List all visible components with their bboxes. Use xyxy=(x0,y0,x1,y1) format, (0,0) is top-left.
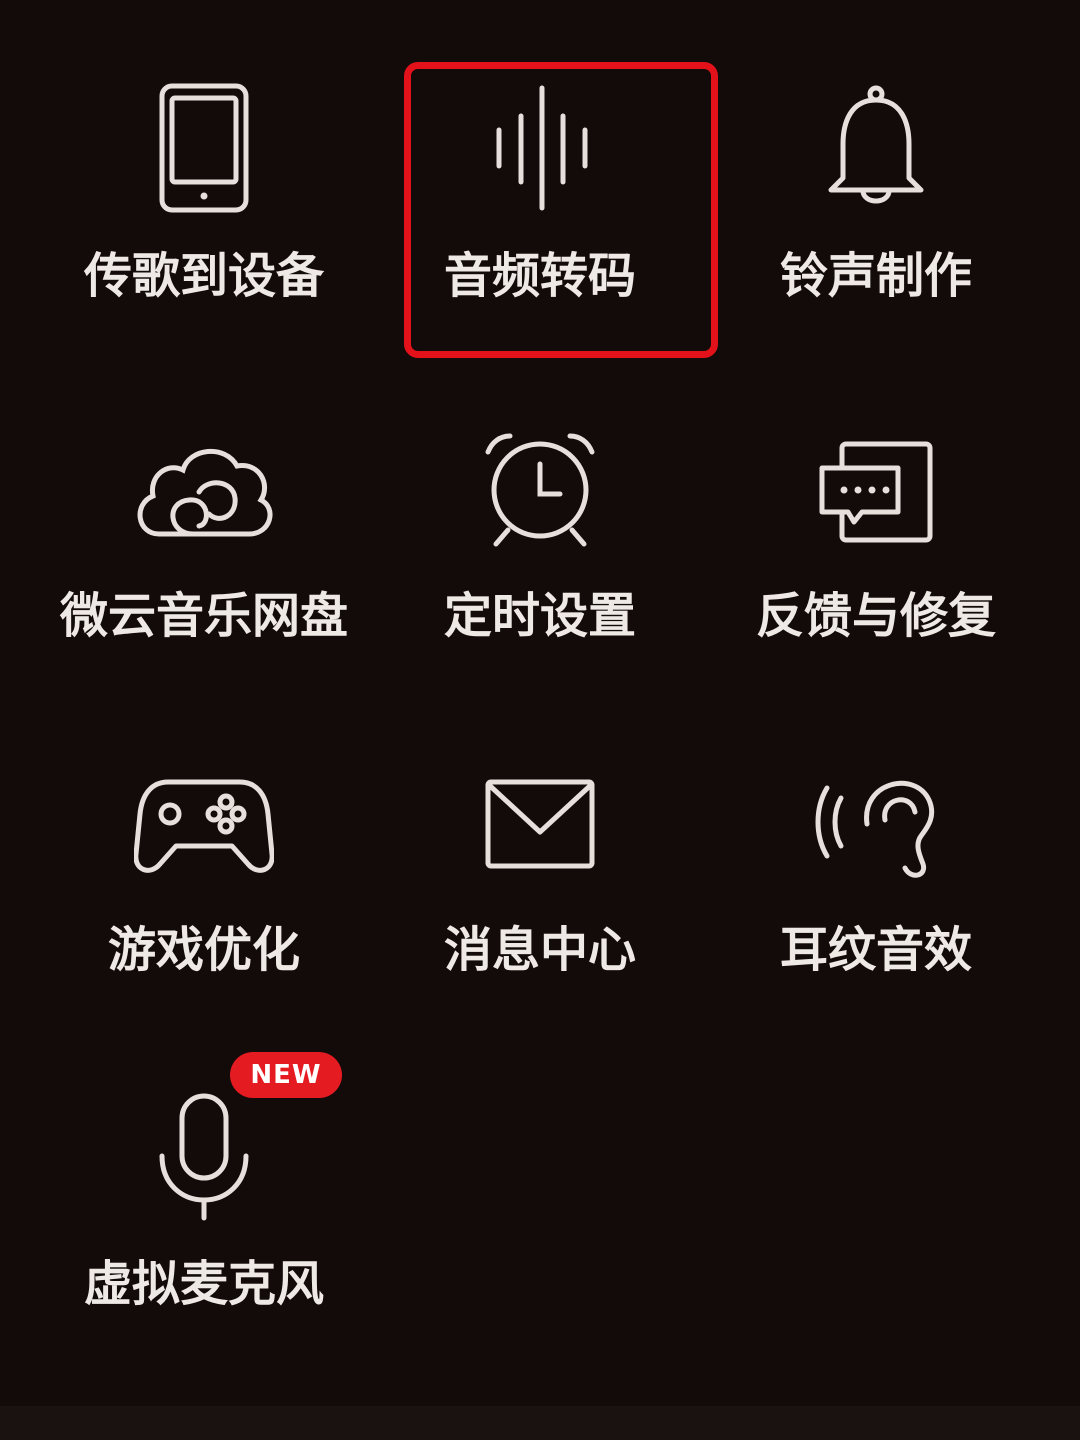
menu-item-label: 传歌到设备 xyxy=(83,248,324,304)
menu-item-label: 消息中心 xyxy=(443,922,636,978)
menu-item-ringtone-maker[interactable]: 铃声制作 xyxy=(706,70,1046,370)
menu-item-game-optimization[interactable]: 游戏优化 xyxy=(34,744,374,1044)
cloud-icon xyxy=(34,440,374,544)
menu-item-label: 定时设置 xyxy=(443,588,636,644)
feedback-message-icon xyxy=(706,438,1046,550)
menu-item-transfer-to-device[interactable]: 传歌到设备 xyxy=(34,70,374,370)
device-transfer-icon xyxy=(34,80,374,216)
new-badge: NEW xyxy=(230,1052,342,1098)
menu-item-message-center[interactable]: 消息中心 xyxy=(370,744,710,1044)
menu-item-label: 微云音乐网盘 xyxy=(59,588,348,644)
microphone-icon xyxy=(34,1092,374,1222)
menu-item-label: 铃声制作 xyxy=(779,248,972,304)
menu-item-feedback-repair[interactable]: 反馈与修复 xyxy=(706,410,1046,710)
alarm-clock-icon xyxy=(370,432,710,548)
menu-item-virtual-microphone[interactable]: 虚拟麦克风 xyxy=(34,1078,374,1378)
menu-item-label: 游戏优化 xyxy=(107,922,300,978)
menu-item-label: 反馈与修复 xyxy=(755,588,996,644)
menu-item-label: 耳纹音效 xyxy=(779,922,972,978)
bell-icon xyxy=(706,82,1046,214)
gamepad-icon xyxy=(34,774,374,878)
menu-item-audio-transcode[interactable]: 音频转码 xyxy=(370,70,710,370)
audio-wave-icon xyxy=(370,82,710,214)
ear-sound-icon xyxy=(706,764,1046,880)
menu-item-timer-settings[interactable]: 定时设置 xyxy=(370,410,710,710)
bottom-strip xyxy=(0,1406,1080,1440)
menu-item-label: 音频转码 xyxy=(443,248,636,304)
menu-item-weiyun-music-drive[interactable]: 微云音乐网盘 xyxy=(34,410,374,710)
menu-item-ear-print-sound[interactable]: 耳纹音效 xyxy=(706,744,1046,1044)
menu-item-label: 虚拟麦克风 xyxy=(83,1256,324,1312)
envelope-icon xyxy=(370,778,710,870)
